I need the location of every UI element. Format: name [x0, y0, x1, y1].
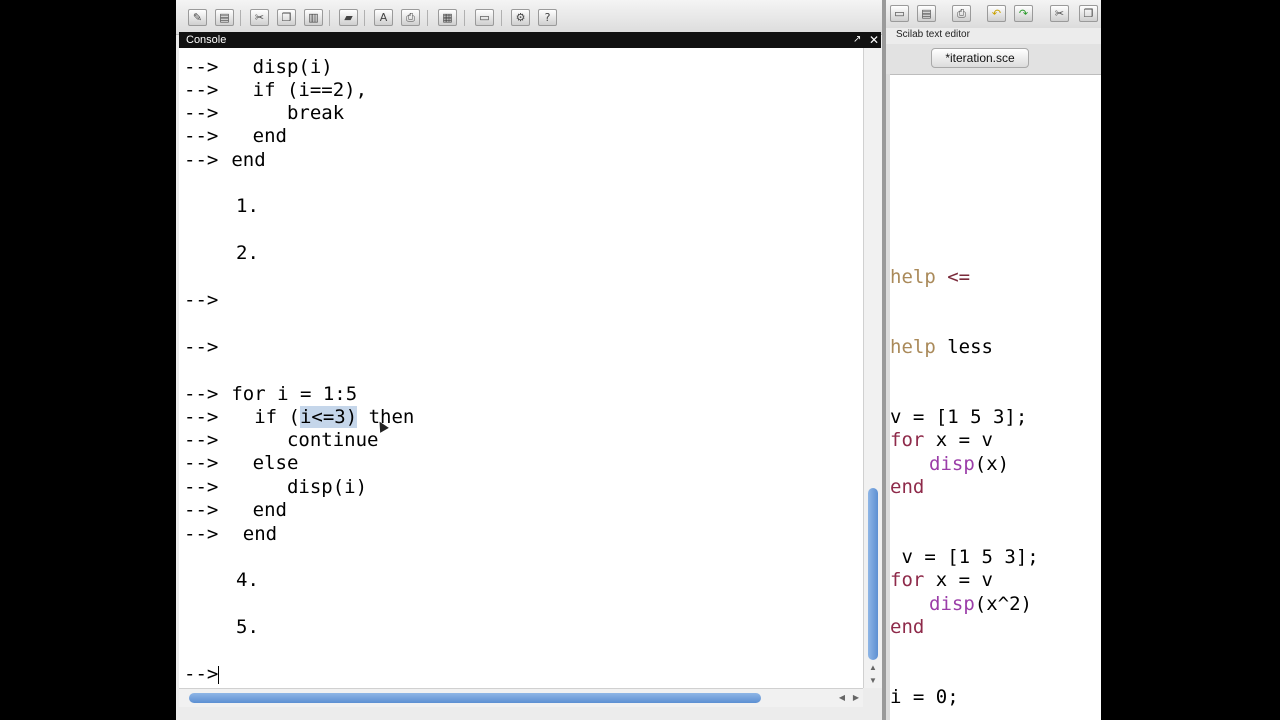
scroll-left-icon[interactable]: ◀ [835, 689, 849, 707]
code-line: end [890, 616, 925, 638]
console-line: --> end [184, 499, 287, 521]
console-horizontal-scrollbar[interactable]: ◀ ▶ [179, 688, 863, 707]
paste-icon[interactable]: ▥ [304, 9, 323, 26]
tab-iteration-sce[interactable]: *iteration.sce [931, 48, 1029, 68]
console-line: --> end [184, 149, 266, 171]
console-line: --> end [184, 125, 287, 147]
console-output-value: 1. [236, 195, 259, 217]
console-line: --> continue [184, 429, 379, 451]
help-icon[interactable]: ? [538, 9, 557, 26]
toolbar-separator [427, 10, 428, 26]
code-line: end [890, 476, 925, 498]
cut-icon[interactable]: ✂ [250, 9, 269, 26]
console-output-value: 4. [236, 569, 259, 591]
folder-icon[interactable]: ▰ [339, 9, 358, 26]
copy-icon[interactable]: ❐ [1079, 5, 1098, 22]
settings-icon[interactable]: ⚙ [511, 9, 530, 26]
console-output[interactable]: --> disp(i) --> if (i==2), --> break -->… [179, 48, 863, 688]
open-file-icon[interactable]: ▤ [215, 9, 234, 26]
copy-icon[interactable]: ❐ [277, 9, 296, 26]
toolbar-separator [501, 10, 502, 26]
cut-icon[interactable]: ✂ [1050, 5, 1069, 22]
scrollbar-thumb[interactable] [868, 488, 878, 660]
new-file-icon[interactable]: ✎ [188, 9, 207, 26]
undo-icon[interactable]: ↶ [987, 5, 1006, 22]
console-line: --> disp(i) [184, 476, 368, 498]
preferences-icon[interactable]: ▭ [475, 9, 494, 26]
toolbar-separator [329, 10, 330, 26]
print-icon[interactable]: ⎙ [952, 5, 971, 22]
scrollbar-thumb[interactable] [189, 693, 761, 703]
console-title: Console [186, 34, 227, 46]
console-toolbar: ✎ ▤ ✂ ❐ ▥ ▰ A ⎙ ▦ ▭ ⚙ ? [176, 0, 884, 35]
text-selection: i<=3) [299, 406, 358, 428]
console-line: --> end [184, 523, 278, 545]
code-line: i = 0; [890, 686, 959, 708]
toolbar-separator [364, 10, 365, 26]
open-file-icon[interactable]: ▤ [917, 5, 936, 22]
editor-toolbar: ▭ ▤ ⎙ ↶ ↷ ✂ ❐ [886, 0, 1101, 28]
code-line: v = [1 5 3]; [890, 546, 1039, 568]
redo-icon[interactable]: ↷ [1014, 5, 1033, 22]
new-file-icon[interactable]: ▭ [890, 5, 909, 22]
editor-window-title: Scilab text editor [896, 29, 970, 40]
console-line: --> [184, 336, 219, 358]
scroll-up-icon[interactable]: ▲ [864, 662, 882, 674]
console-output-value: 2. [236, 242, 259, 264]
code-line: for x = v [890, 429, 993, 451]
code-line: help less [890, 336, 993, 358]
print-icon[interactable]: ⎙ [401, 9, 420, 26]
console-line: --> else [184, 452, 299, 474]
code-line: disp(x) [929, 453, 1010, 475]
close-icon[interactable]: ✕ [869, 32, 879, 48]
code-line: help <= [890, 266, 971, 288]
editor-title-bar: Scilab text editor [886, 28, 1101, 44]
text-cursor [218, 665, 220, 684]
code-line: disp(x^2) [929, 593, 1032, 615]
code-line: v = [1 5 3]; [890, 406, 1028, 428]
text-editor-panel: ▭ ▤ ⎙ ↶ ↷ ✂ ❐ Scilab text editor *iterat… [886, 0, 1101, 720]
undock-icon[interactable]: ↗ [853, 32, 861, 48]
variable-browser-icon[interactable]: ▦ [438, 9, 457, 26]
console-line: --> [184, 289, 219, 311]
code-line: for x = v [890, 569, 993, 591]
editor-tab-bar: *iteration.sce [886, 44, 1101, 75]
scroll-down-icon[interactable]: ▼ [864, 675, 882, 687]
console-line: --> disp(i) [184, 56, 333, 78]
toolbar-separator [240, 10, 241, 26]
scilab-window: ✎ ▤ ✂ ❐ ▥ ▰ A ⎙ ▦ ▭ ⚙ ? Console ↗ ✕ --> … [176, 0, 1101, 720]
scroll-right-icon[interactable]: ▶ [849, 689, 863, 707]
console-line: --> break [184, 102, 345, 124]
code-editor[interactable]: help <= help less v = [1 5 3]; for x = v… [890, 74, 1101, 720]
font-icon[interactable]: A [374, 9, 393, 26]
console-line: --> if (i==2), [184, 79, 368, 101]
console-output-value: 5. [236, 616, 259, 638]
console-title-bar: Console ↗ ✕ [179, 32, 881, 48]
console-line: --> for i = 1:5 [184, 383, 358, 405]
console-prompt[interactable]: --> [184, 663, 220, 686]
toolbar-separator [464, 10, 465, 26]
console-vertical-scrollbar[interactable]: ▲ ▼ [863, 48, 882, 688]
